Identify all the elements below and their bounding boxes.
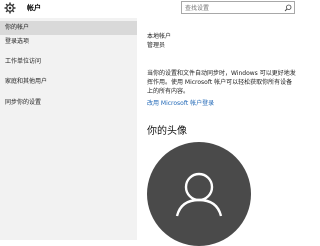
- sidebar-item-label: 工作单位访问: [5, 58, 42, 65]
- avatar-heading: 你的头像: [147, 126, 187, 137]
- sidebar-item-family-other-users[interactable]: 家庭和其他用户: [0, 75, 137, 89]
- sidebar-item-your-account[interactable]: 你的帐户: [0, 21, 137, 35]
- sidebar-item-work-access[interactable]: 工作单位访问: [0, 55, 137, 69]
- sync-description-line-1: 当你的设置和文件自动同步时，Windows 可以更好地发: [147, 70, 296, 77]
- account-role: 管理员: [147, 42, 166, 49]
- sidebar-item-label: 登录选项: [5, 38, 30, 45]
- search-icon[interactable]: [284, 4, 292, 12]
- sync-description-line-2: 挥作用。使用 Microsoft 帐户可以轻松获取你所有设备: [147, 79, 293, 86]
- account-type: 本地帐户: [147, 33, 172, 40]
- sidebar-item-sign-in-options[interactable]: 登录选项: [0, 35, 137, 49]
- title-bar: 帐户: [0, 0, 320, 18]
- sidebar-item-label: 家庭和其他用户: [5, 78, 48, 85]
- search-box[interactable]: [181, 1, 295, 14]
- sidebar-item-sync-settings[interactable]: 同步你的设置: [0, 96, 137, 110]
- ms-account-sign-in-link[interactable]: 改用 Microsoft 帐户登录: [147, 98, 214, 107]
- avatar: [147, 142, 251, 246]
- sync-description-line-3: 上的所有内容。: [147, 88, 190, 95]
- gear-icon: [4, 2, 16, 14]
- sidebar-item-label: 同步你的设置: [5, 99, 42, 106]
- user-icon: [175, 172, 223, 217]
- window-title: 帐户: [27, 4, 41, 12]
- sidebar: 你的帐户 登录选项 工作单位访问 家庭和其他用户 同步你的设置: [0, 18, 137, 240]
- search-input[interactable]: [185, 3, 281, 13]
- sidebar-item-label: 你的帐户: [5, 24, 30, 31]
